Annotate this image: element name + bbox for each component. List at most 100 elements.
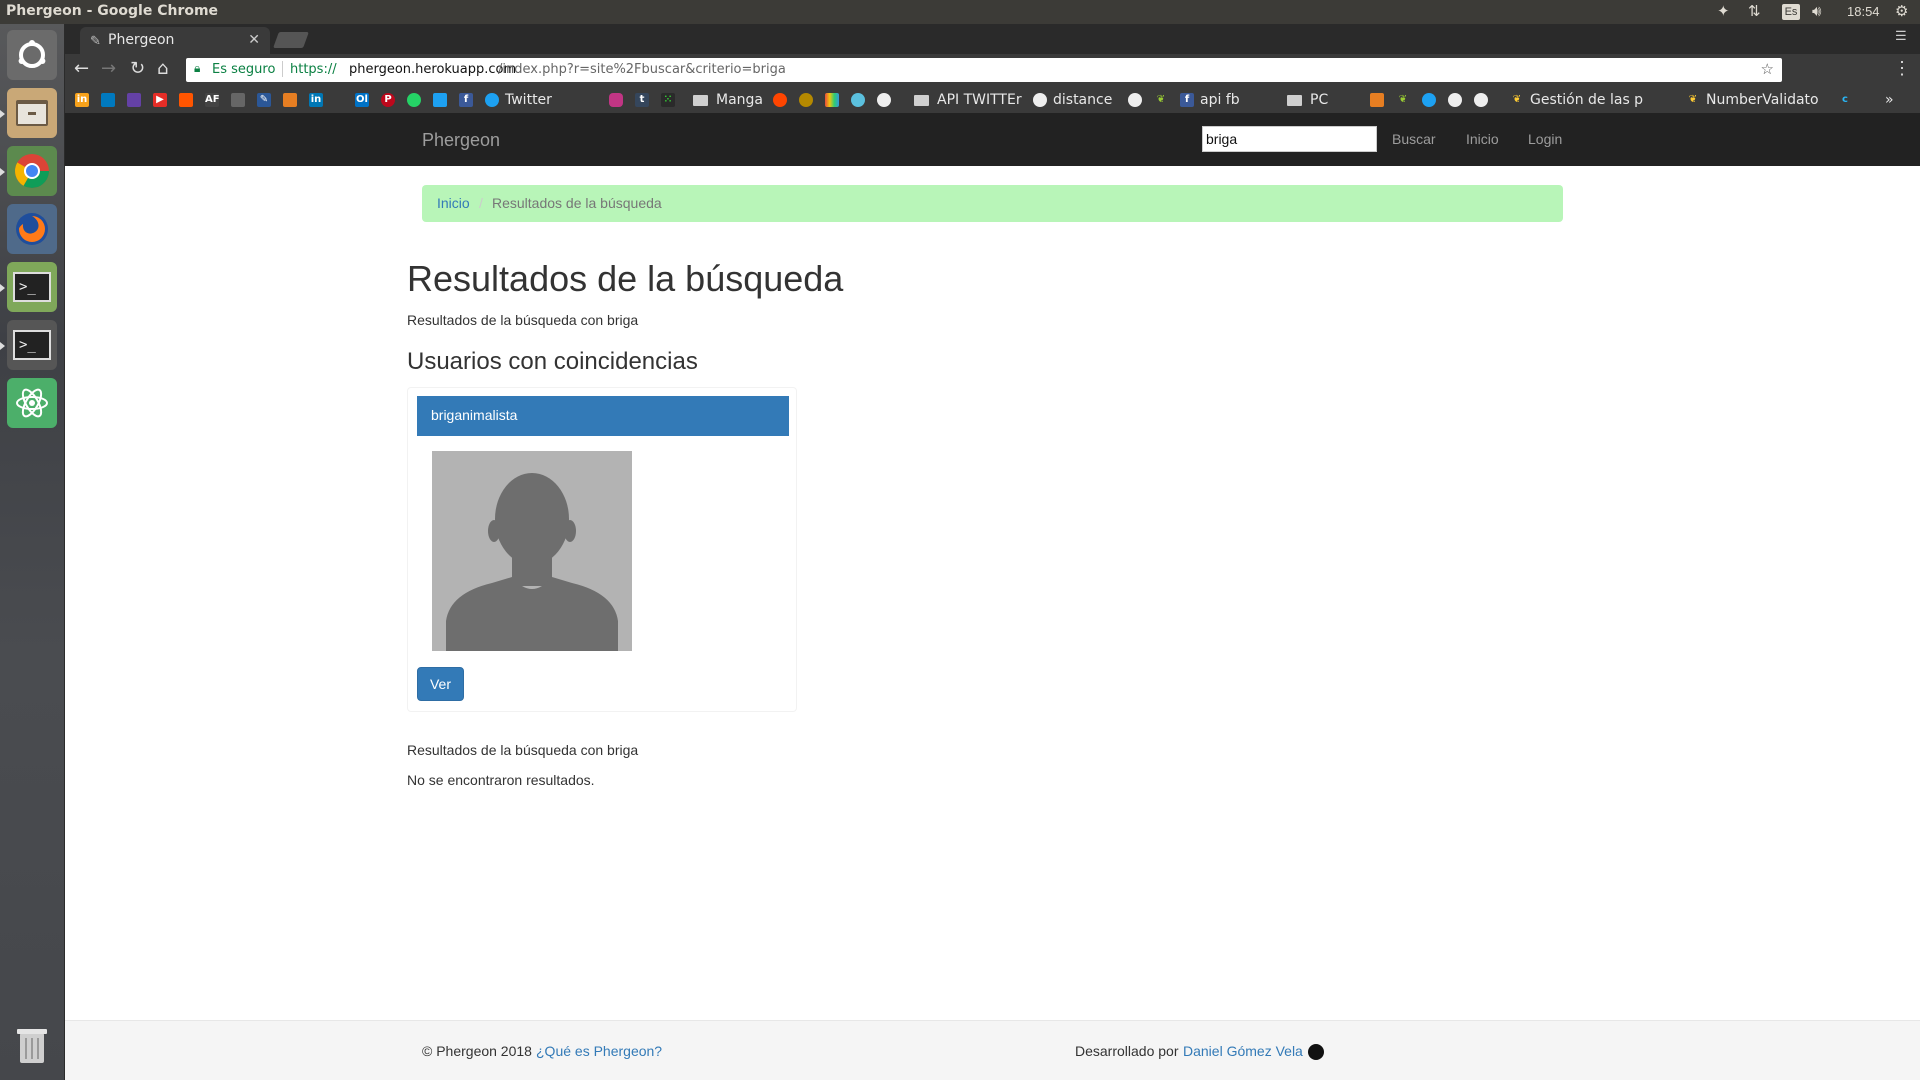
bookmarks-overflow-icon[interactable]: » [1885, 91, 1894, 109]
bookmark-gold[interactable] [799, 91, 819, 109]
bookmarks-bar: in ▶ AF ✎ in Ol P f Twitter t ⁙ Manga AP… [65, 87, 1920, 113]
secure-label: Es seguro [212, 62, 276, 77]
bookmark-distance[interactable]: distance [1033, 91, 1112, 109]
site-brand[interactable]: Phergeon [422, 130, 500, 151]
bookmark-white[interactable] [877, 91, 897, 109]
terminal-icon[interactable]: >_ [7, 262, 57, 312]
bookmark-youtube[interactable]: ▶ [153, 91, 173, 109]
terminal-2-icon[interactable]: >_ [7, 320, 57, 370]
os-top-panel: Phergeon - Google Chrome ✦ ⇅ Es 🔊︎ 18:54… [0, 0, 1920, 24]
home-icon[interactable]: ⌂ [157, 58, 168, 79]
breadcrumb-current: Resultados de la búsqueda [492, 195, 662, 211]
bookmark-leaf-2[interactable]: ❦ [1396, 91, 1416, 109]
tab-strip [65, 24, 1920, 54]
bookmark-white-4[interactable] [1474, 91, 1494, 109]
keyboard-layout-indicator[interactable]: Es [1782, 4, 1800, 20]
site-navbar [65, 113, 1920, 166]
url-path: /index.php?r=site%2Fbuscar&criterio=brig… [498, 62, 786, 77]
new-tab-button[interactable] [273, 32, 309, 48]
bookmark-instagram[interactable] [609, 91, 629, 109]
bookmark-whatsapp[interactable] [407, 91, 427, 109]
user-silhouette-icon [446, 473, 618, 651]
bookmark-edit[interactable]: ✎ [257, 91, 277, 109]
users-heading: Usuarios con coincidencias [407, 348, 698, 375]
footer-copyright: © Phergeon 2018 [422, 1043, 532, 1059]
launcher: >_ >_ [0, 24, 65, 1080]
dash-icon[interactable] [7, 30, 57, 80]
nav-inicio-link[interactable]: Inicio [1466, 131, 1499, 147]
bookmark-facebook[interactable]: f [459, 91, 479, 109]
footer-about-link[interactable]: ¿Qué es Phergeon? [536, 1043, 662, 1059]
search-summary: Resultados de la búsqueda con briga [407, 312, 639, 328]
favicon-icon: ✎ [90, 33, 101, 48]
bookmark-green[interactable]: ⁙ [661, 91, 681, 109]
chrome-icon[interactable] [7, 146, 57, 196]
chrome-menu-icon[interactable]: ⋮ [1893, 58, 1911, 79]
profile-icon[interactable]: ☰ [1895, 28, 1907, 44]
search-summary-2: Resultados de la búsqueda con briga [407, 742, 639, 758]
bookmark-orange-2[interactable] [1370, 91, 1390, 109]
volume-icon[interactable]: 🔊︎ [1812, 2, 1821, 20]
bookmark-outlook[interactable]: Ol [355, 91, 375, 109]
bookmark-gray[interactable] [231, 91, 251, 109]
url-protocol: https:// [290, 62, 337, 77]
bookmark-orange[interactable] [283, 91, 303, 109]
no-results-message: No se encontraron resultados. [407, 772, 595, 788]
bookmark-twitter[interactable]: Twitter [485, 91, 552, 109]
bookmark-folder-manga[interactable]: Manga [693, 91, 763, 109]
reload-icon[interactable]: ↻ [130, 58, 145, 79]
bookmark-number-validator[interactable]: ❦ NumberValidato [1686, 91, 1819, 109]
bookmark-linkedin[interactable]: in [309, 91, 329, 109]
bookmark-twitter-2[interactable] [1422, 91, 1442, 109]
bookmark-tumblr[interactable]: t [635, 91, 655, 109]
footer [65, 1020, 1920, 1080]
bookmark-white-3[interactable] [1448, 91, 1468, 109]
session-gear-icon[interactable]: ⚙ [1895, 2, 1908, 20]
user-card-username: briganimalista [417, 396, 789, 436]
bookmark-c[interactable]: c [1838, 91, 1858, 109]
files-icon[interactable] [7, 88, 57, 138]
address-bar[interactable]: 🔒︎ Es seguro https:// phergeon.herokuapp… [186, 58, 1782, 82]
bookmark-white-2[interactable] [1128, 91, 1148, 109]
nav-buscar-link[interactable]: Buscar [1392, 131, 1436, 147]
bookmark-soundcloud[interactable] [179, 91, 199, 109]
bookmark-tweetdeck[interactable] [433, 91, 453, 109]
avatar [432, 451, 632, 651]
trash-icon[interactable] [7, 1020, 57, 1070]
clock[interactable]: 18:54 [1847, 4, 1880, 19]
footer-author-link[interactable]: Daniel Gómez Vela [1183, 1043, 1303, 1059]
tab-phergeon[interactable]: ✎ Phergeon ✕ [80, 27, 270, 54]
forward-arrow-icon[interactable]: → [101, 58, 116, 79]
bookmark-leaf[interactable]: ❦ [1154, 91, 1174, 109]
bookmark-folder-api-twitter[interactable]: API TWITTEr [914, 91, 1022, 109]
breadcrumb: Inicio / Resultados de la búsqueda [422, 185, 1563, 222]
search-input[interactable] [1202, 126, 1377, 152]
divider [282, 61, 283, 77]
bookmark-cloud[interactable] [851, 91, 871, 109]
network-icon[interactable]: ⇅ [1748, 2, 1761, 20]
url-host: phergeon.herokuapp.com [349, 62, 517, 77]
bookmark-star-icon[interactable]: ☆ [1761, 60, 1774, 78]
bookmark-folder-pc[interactable]: PC [1287, 91, 1328, 109]
breadcrumb-home-link[interactable]: Inicio [437, 195, 470, 211]
bookmark-trello[interactable] [101, 91, 121, 109]
bookmark-inoreader[interactable]: in [75, 91, 95, 109]
atom-icon[interactable] [7, 378, 57, 428]
bookmark-pinterest[interactable]: P [381, 91, 401, 109]
bookmark-colorful[interactable] [825, 91, 845, 109]
bookmark-api-fb[interactable]: f api fb [1180, 91, 1240, 109]
bookmark-reddit[interactable] [773, 91, 793, 109]
bookmark-twitch[interactable] [127, 91, 147, 109]
breadcrumb-separator: / [479, 195, 483, 211]
dropbox-icon[interactable]: ✦ [1717, 2, 1730, 20]
bookmark-af[interactable]: AF [205, 91, 225, 109]
bookmark-gestion[interactable]: ❦ Gestión de las p [1510, 91, 1643, 109]
back-arrow-icon[interactable]: ← [74, 58, 89, 79]
tab-title: Phergeon [108, 32, 175, 48]
firefox-icon[interactable] [7, 204, 57, 254]
tab-close-icon[interactable]: ✕ [248, 31, 260, 48]
window-title: Phergeon - Google Chrome [6, 3, 219, 19]
nav-login-link[interactable]: Login [1528, 131, 1562, 147]
github-icon[interactable] [1308, 1044, 1324, 1060]
view-user-button[interactable]: Ver [417, 667, 464, 701]
